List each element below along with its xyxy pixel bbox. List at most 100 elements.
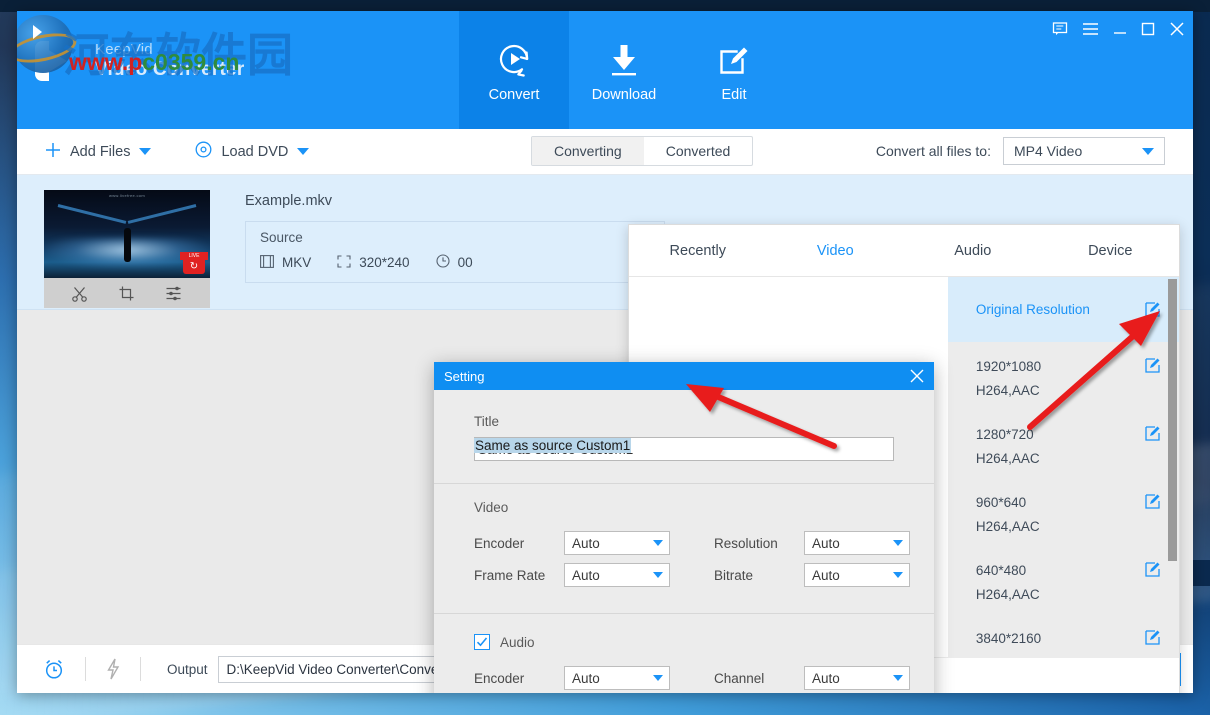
alarm-clock-icon[interactable] [43,658,65,680]
app-header: KeepVid Video Converter 河东软件园 www.pc0359… [17,11,1193,129]
tab-converted[interactable]: Converted [644,137,753,165]
source-label: Source [260,230,303,245]
add-files-button[interactable]: Add Files [45,142,152,162]
add-files-label: Add Files [70,143,131,160]
output-path-value: D:\KeepVid Video Converter\Converted [226,661,462,677]
video-bitrate-value: Auto [812,567,840,583]
audio-channel-select[interactable]: Auto [804,666,910,690]
source-resolution: 320*240 [337,254,410,271]
tab-converting[interactable]: Converting [532,137,644,165]
source-duration-value: 00 [457,255,473,270]
preset-codec: H264,AAC [975,450,1040,466]
live-badge-symbol: ↻ [183,260,205,274]
preset-edit-icon[interactable] [1144,425,1161,442]
add-files-chevron-down-icon[interactable] [139,148,152,155]
footer-divider-1 [85,657,86,681]
video-thumbnail[interactable]: www.livefree.com LIVE ↻ [44,190,210,278]
nav-tab-download-label: Download [591,86,657,103]
chevron-down-icon [893,540,903,546]
video-resolution-select[interactable]: Auto [804,531,910,555]
load-dvd-button[interactable]: Load DVD [195,141,310,162]
format-tab-recently[interactable]: Recently [629,243,767,259]
video-encoder-label: Encoder [474,535,525,551]
audio-encoder-label: Encoder [474,670,525,686]
edit-icon [717,38,751,78]
preset-item-1280x720[interactable]: 1280*720 H264,AAC [948,410,1179,478]
window-controls [1052,21,1185,37]
source-format-value: MKV [282,255,312,270]
audio-row-1: Encoder Auto Channel Auto [474,666,934,690]
title-field-label: Title [474,414,500,429]
source-metadata: MKV 320*240 00 [260,254,650,271]
load-dvd-chevron-down-icon[interactable] [297,148,310,155]
crop-icon[interactable] [118,285,135,302]
preset-text: 3840*2160 H264,AAC [976,627,1041,657]
convert-all-to-group: Convert all files to: MP4 Video [876,137,1165,165]
preset-item-640x480[interactable]: 640*480 H264,AAC [948,546,1179,614]
preset-item-original[interactable]: Original Resolution [947,277,1179,342]
keepvid-logo-icon [29,33,85,89]
preset-edit-icon[interactable] [1144,629,1161,646]
format-tab-video[interactable]: Video [767,243,905,259]
preset-text: 960*640 H264,AAC [976,491,1040,538]
maximize-icon[interactable] [1141,22,1155,36]
audio-section-header: Audio [434,614,934,654]
preset-edit-icon[interactable] [1144,493,1161,510]
source-info-box: Source MKV 320*240 00 [245,221,665,283]
video-framerate-value: Auto [572,567,600,583]
nav-tab-edit[interactable]: Edit [679,11,789,129]
preset-title: 640*480 [975,563,1027,578]
preset-text: 1920*1080 H264,AAC [976,355,1041,402]
convert-icon [495,38,533,78]
nav-tab-convert[interactable]: Convert [459,11,569,129]
setting-title-section: Title Same as source Custom1 [434,390,934,484]
video-resolution-label: Resolution [714,535,778,551]
video-framerate-select[interactable]: Auto [564,563,670,587]
preset-text: 1280*720 H264,AAC [976,423,1040,470]
file-info-group: Example.mkv Source MKV 320*240 00 [245,193,665,283]
audio-checkbox[interactable] [474,634,490,650]
format-tab-audio[interactable]: Audio [904,243,1042,259]
lightning-bolt-icon[interactable] [106,658,120,680]
output-label: Output [167,661,208,677]
video-fields-grid: Encoder Auto Resolution Auto Frame Rate … [434,519,934,613]
preset-list-scrollbar[interactable] [1168,279,1177,561]
preset-edit-icon[interactable] [1144,561,1161,578]
preset-item-3840x2160[interactable]: 3840*2160 H264,AAC [948,614,1179,657]
feedback-icon[interactable] [1052,21,1068,37]
convert-all-to-label: Convert all files to: [875,143,991,159]
effect-icon[interactable] [165,285,183,302]
close-icon[interactable] [1169,21,1185,37]
preset-item-1920x1080[interactable]: 1920*1080 H264,AAC [948,342,1179,410]
nav-tab-convert-label: Convert [488,86,540,103]
source-duration: 00 [436,254,473,271]
file-name: Example.mkv [245,193,333,209]
load-dvd-label: Load DVD [221,143,289,160]
preset-edit-icon[interactable] [1144,357,1161,374]
main-content: www.livefree.com LIVE ↻ Example.mkv Sour… [17,175,1193,693]
preset-text: 640*480 H264,AAC [976,559,1040,606]
chevron-down-icon [893,675,903,681]
convert-all-to-select[interactable]: MP4 Video [1003,137,1165,165]
title-field-wrap: Same as source Custom1 [434,437,934,483]
trim-icon[interactable] [71,285,88,302]
video-bitrate-select[interactable]: Auto [804,563,910,587]
close-icon[interactable] [909,368,925,384]
setting-dialog-title: Setting [444,368,485,384]
menu-icon[interactable] [1082,22,1099,36]
status-segmented-control: Converting Converted [531,136,754,166]
preset-item-960x640[interactable]: 960*640 H264,AAC [948,478,1179,546]
convert-all-to-value: MP4 Video [1014,143,1083,159]
video-encoder-select[interactable]: Auto [564,531,670,555]
preset-edit-icon[interactable] [1144,301,1161,318]
audio-encoder-select[interactable]: Auto [564,666,670,690]
minimize-icon[interactable] [1113,22,1127,36]
title-input[interactable] [474,437,894,461]
video-row-1: Encoder Auto Resolution Auto [474,531,934,555]
format-tab-device[interactable]: Device [1042,243,1180,259]
preset-title: 1920*1080 [975,359,1042,374]
nav-tab-download[interactable]: Download [569,11,679,129]
live-badge-label: LIVE [180,252,208,260]
preset-title: Original Resolution [975,301,1090,317]
clock-icon [436,254,450,271]
